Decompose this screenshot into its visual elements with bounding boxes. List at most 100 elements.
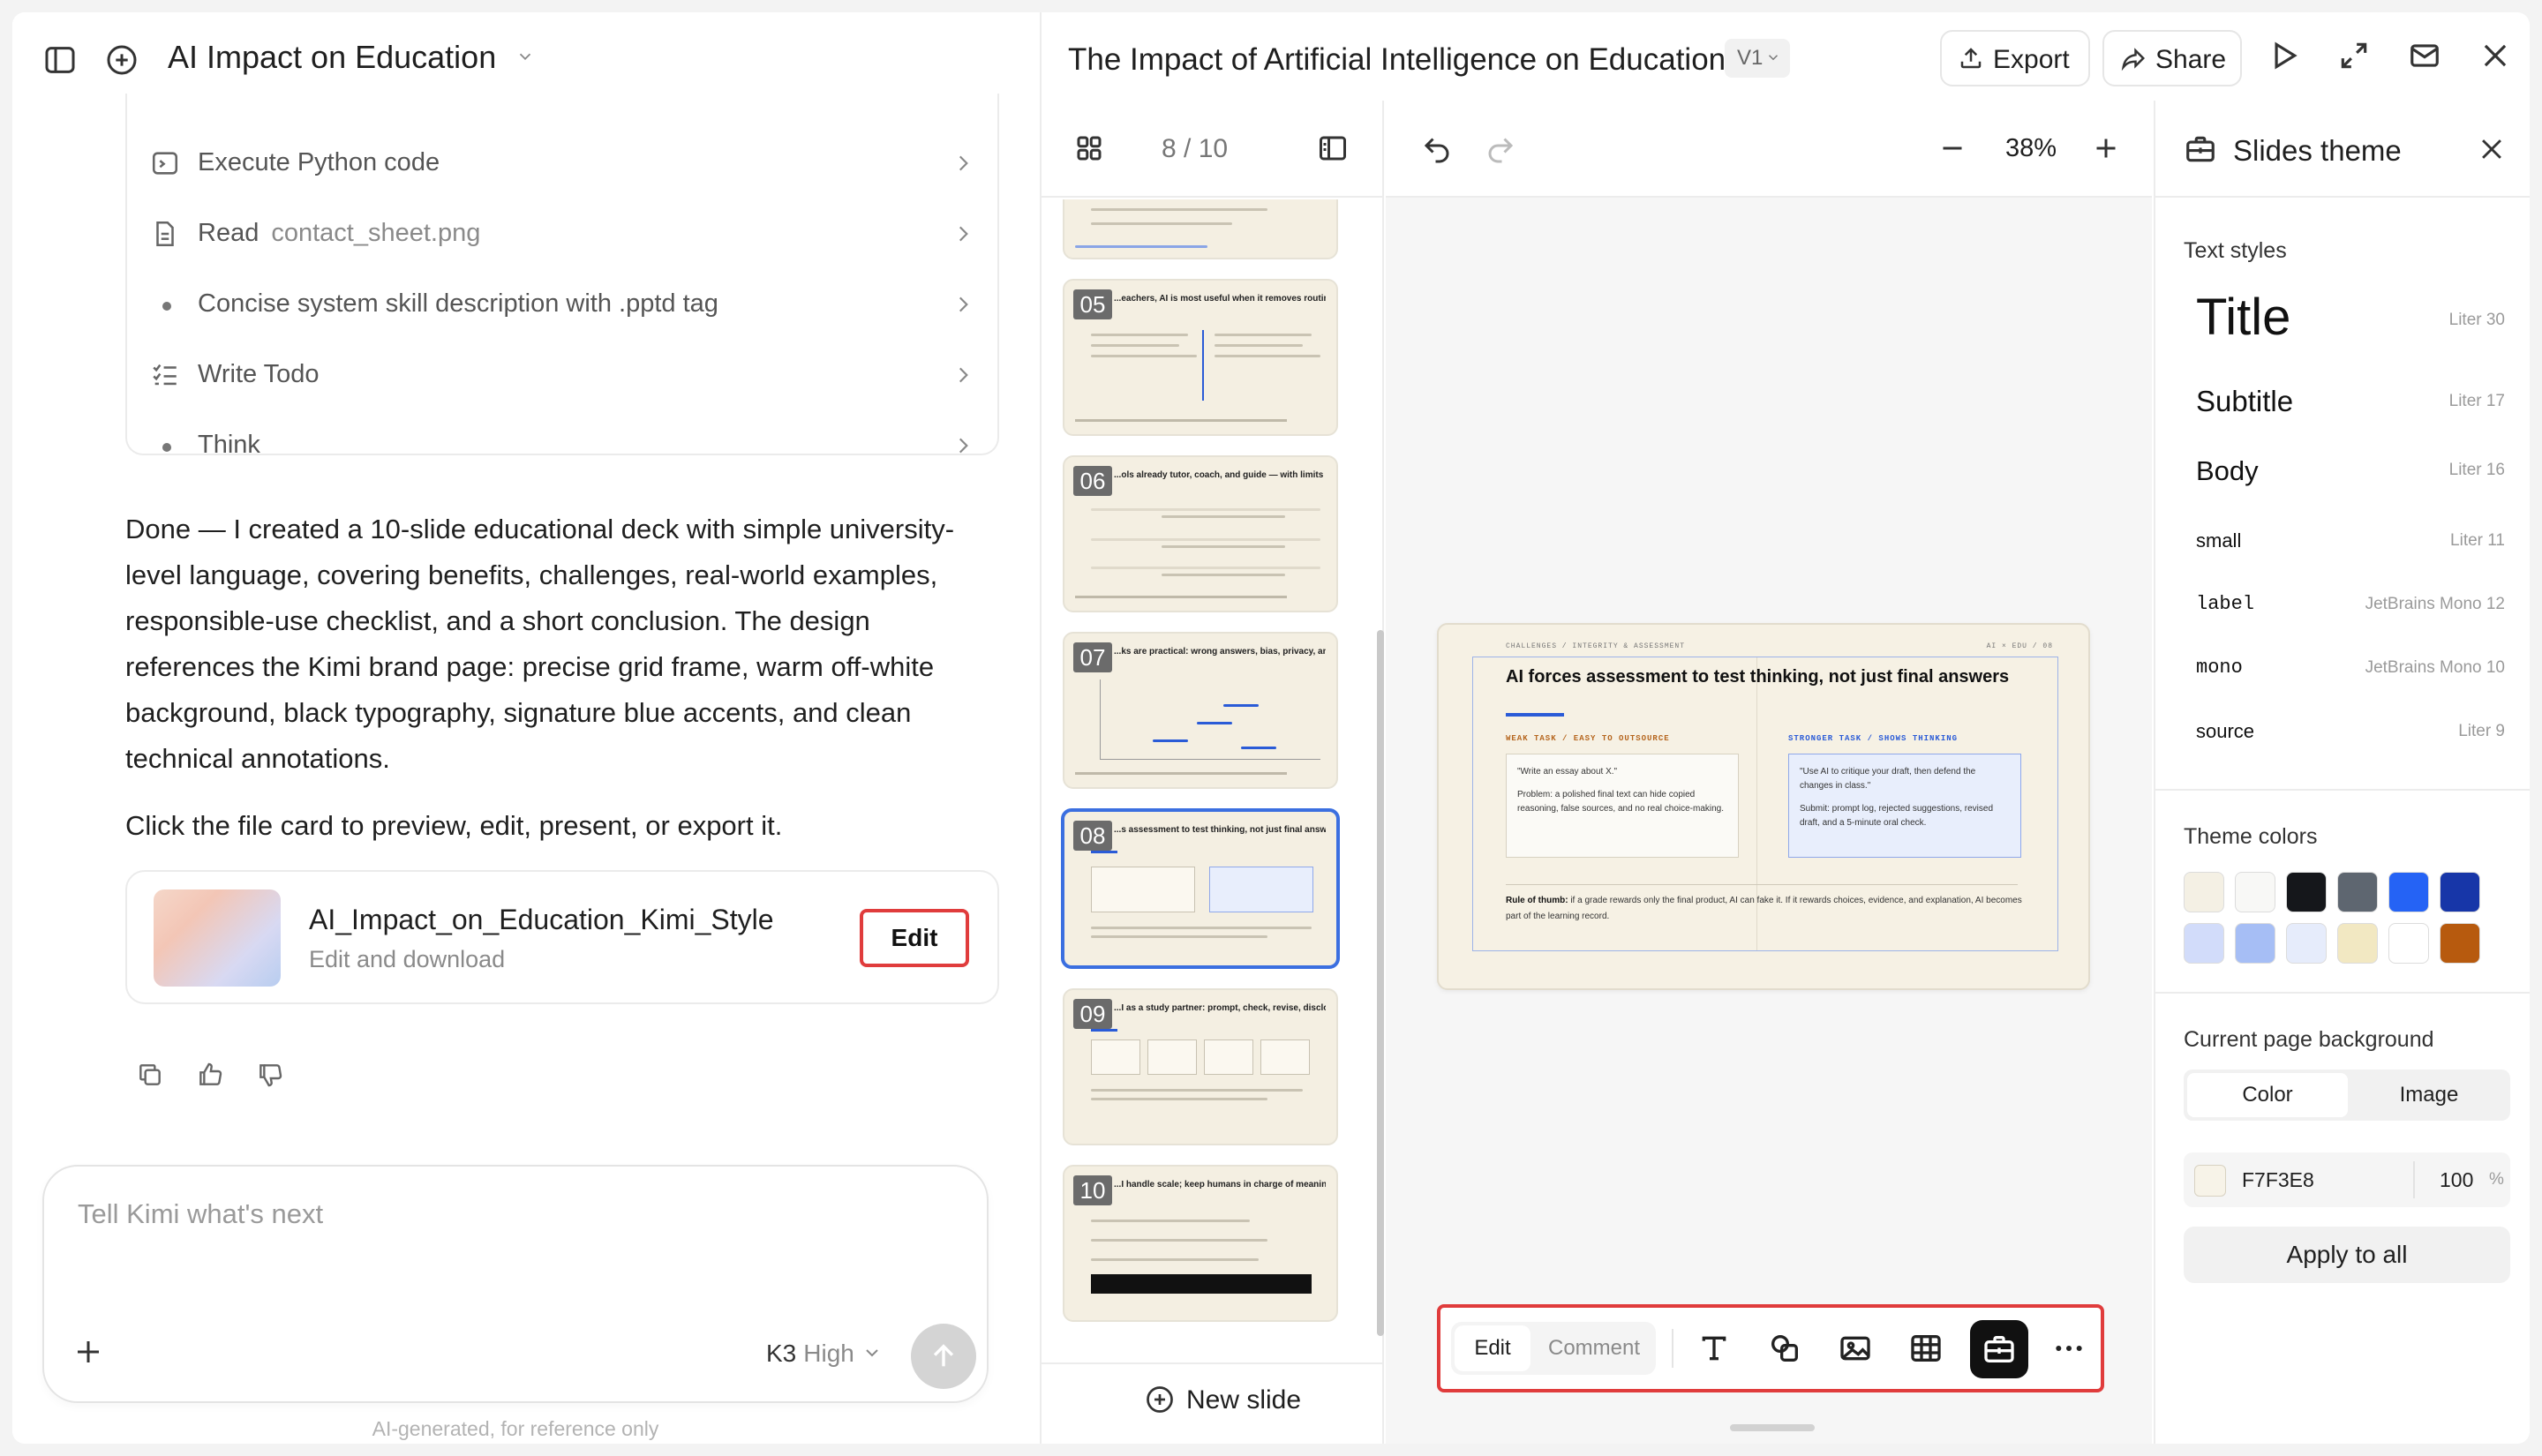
color-swatch[interactable] (2440, 923, 2480, 964)
step-skill-description[interactable]: Concise system skill description with .p… (127, 272, 1001, 342)
thumb-title: ...ks are practical: wrong answers, bias… (1114, 647, 1326, 657)
zoom-out-icon[interactable] (1937, 132, 1968, 164)
color-swatch[interactable] (2235, 872, 2275, 912)
color-swatch[interactable] (2235, 923, 2275, 964)
table-icon[interactable] (1908, 1331, 1944, 1366)
color-swatch[interactable] (2286, 872, 2327, 912)
strip-toolbar: 8 / 10 (1042, 101, 1384, 198)
thumb-title: ...I as a study partner: prompt, check, … (1114, 1003, 1326, 1013)
thumb-title: ...s assessment to test thinking, not ju… (1114, 825, 1326, 835)
thumb-title: ...eachers, AI is most useful when it re… (1114, 294, 1326, 304)
strip-scrollbar[interactable] (1377, 215, 1384, 1354)
image-icon[interactable] (1838, 1331, 1873, 1366)
color-swatch[interactable] (2337, 923, 2378, 964)
share-button[interactable]: Share (2102, 30, 2242, 86)
thumbs-down-icon[interactable] (256, 1061, 284, 1089)
text-style-title[interactable]: Title Liter 30 (2196, 289, 2505, 353)
color-swatch[interactable] (2388, 923, 2429, 964)
color-swatch[interactable] (2286, 923, 2327, 964)
chat-title-text: AI Impact on Education (168, 39, 497, 75)
bg-color-chip[interactable] (2194, 1165, 2226, 1197)
fullscreen-icon[interactable] (2337, 39, 2371, 72)
grid-view-icon[interactable] (1073, 132, 1105, 164)
slides-theme-panel: Slides theme Text styles Title Liter 30 … (2154, 101, 2530, 1444)
text-style-source[interactable]: source Liter 9 (2196, 718, 2505, 750)
bg-opacity-unit: % (2489, 1170, 2504, 1189)
redo-icon[interactable] (1485, 132, 1516, 164)
chat-title[interactable]: AI Impact on Education (168, 39, 535, 76)
style-meta: JetBrains Mono 12 (2365, 595, 2505, 613)
text-style-mono[interactable]: mono JetBrains Mono 10 (2196, 655, 2505, 687)
thumbs-up-icon[interactable] (196, 1061, 224, 1089)
close-icon[interactable] (2477, 134, 2507, 164)
step-write-todo[interactable]: Write Todo (127, 342, 1001, 413)
background-color-field[interactable]: F7F3E8 100 % (2184, 1152, 2510, 1207)
slide-weak-task-card[interactable]: "Write an essay about X." Problem: a pol… (1506, 754, 1739, 858)
scrollbar-thumb[interactable] (1377, 630, 1384, 1336)
attach-plus-icon[interactable] (72, 1336, 104, 1368)
color-swatch[interactable] (2388, 872, 2429, 912)
zoom-in-icon[interactable] (2090, 132, 2122, 164)
text-style-body[interactable]: Body Liter 16 (2196, 455, 2505, 492)
slide-thumb-08[interactable]: 08 ...s assessment to test thinking, not… (1061, 808, 1340, 969)
send-button[interactable] (911, 1324, 976, 1389)
version-selector[interactable]: V1 (1725, 39, 1790, 78)
text-style-subtitle[interactable]: Subtitle Liter 17 (2196, 385, 2505, 424)
play-icon[interactable] (2267, 39, 2300, 72)
panel-layout-icon[interactable] (1317, 132, 1349, 164)
more-options-icon[interactable] (2051, 1331, 2087, 1366)
bg-image-tab[interactable]: Image (2351, 1073, 2507, 1117)
step-read-file[interactable]: Read contact_sheet.png (127, 201, 1001, 272)
step-think[interactable]: Think (127, 413, 1001, 484)
text-style-small[interactable]: small Liter 11 (2196, 528, 2505, 559)
apply-to-all-button[interactable]: Apply to all (2184, 1227, 2510, 1283)
model-selector[interactable]: K3 High (766, 1340, 883, 1368)
slide-thumb-06[interactable]: 06 ...ols already tutor, coach, and guid… (1063, 455, 1338, 612)
slide-strong-task-card[interactable]: "Use AI to critique your draft, then def… (1788, 754, 2021, 858)
close-icon[interactable] (2478, 39, 2512, 72)
slide-rule-of-thumb[interactable]: Rule of thumb: if a grade rewards only t… (1506, 893, 2035, 925)
slide-thumb-07[interactable]: 07 ...ks are practical: wrong answers, b… (1063, 632, 1338, 789)
new-slide-button[interactable]: New slide (1042, 1362, 1384, 1433)
slide-eyebrow-right: AI × EDU / 08 (1986, 642, 2053, 650)
slide-thumb-04[interactable] (1063, 199, 1338, 259)
model-name: K3 (766, 1340, 797, 1367)
file-edit-button[interactable]: Edit (860, 909, 969, 967)
bg-color-tab[interactable]: Color (2187, 1073, 2348, 1117)
theme-header: Slides theme (2155, 101, 2530, 198)
chat-composer[interactable]: Tell Kimi what's next K3 High (42, 1165, 989, 1403)
slide-thumb-10[interactable]: 10 ...I handle scale; keep humans in cha… (1063, 1165, 1338, 1322)
sidebar-toggle-icon[interactable] (42, 42, 78, 78)
text-style-label[interactable]: label JetBrains Mono 12 (2196, 591, 2505, 623)
step-execute-python[interactable]: Execute Python code (127, 131, 1001, 201)
edit-mode-tab[interactable]: Edit (1455, 1325, 1530, 1371)
current-slide[interactable]: CHALLENGES / INTEGRITY & ASSESSMENT AI ×… (1437, 623, 2090, 990)
canvas-toolbar: 38% (1386, 101, 2152, 198)
copy-icon[interactable] (136, 1061, 164, 1089)
slide-thumb-09[interactable]: 09 ...I as a study partner: prompt, chec… (1063, 988, 1338, 1145)
mail-icon[interactable] (2408, 39, 2441, 72)
shapes-icon[interactable] (1767, 1331, 1802, 1366)
chat-pane: AI Impact on Education Execute Python co… (12, 12, 1042, 1444)
file-thumbnail (154, 889, 281, 987)
message-line: responsible-use checklist, and a short c… (125, 605, 870, 636)
slide-left-label: WEAK TASK / EASY TO OUTSOURCE (1506, 734, 1670, 743)
slide-thumb-05[interactable]: 05 ...eachers, AI is most useful when it… (1063, 279, 1338, 436)
color-swatch[interactable] (2184, 923, 2224, 964)
color-swatch[interactable] (2337, 872, 2378, 912)
bg-opacity-value[interactable]: 100 (2440, 1168, 2473, 1192)
color-swatch[interactable] (2440, 872, 2480, 912)
color-swatch[interactable] (2184, 872, 2224, 912)
theme-tool-button[interactable] (1970, 1320, 2028, 1378)
export-button[interactable]: Export (1940, 30, 2090, 86)
comment-mode-tab[interactable]: Comment (1536, 1325, 1652, 1371)
new-chat-icon[interactable] (104, 42, 139, 78)
text-tool-icon[interactable] (1696, 1331, 1732, 1366)
file-card[interactable]: AI_Impact_on_Education_Kimi_Style Edit a… (125, 870, 999, 1004)
undo-icon[interactable] (1421, 132, 1453, 164)
slide-title[interactable]: AI forces assessment to test thinking, n… (1506, 667, 2009, 687)
resize-handle[interactable] (1730, 1424, 1815, 1431)
thumb-number: 05 (1073, 289, 1112, 319)
slide-thumbnails: 05 ...eachers, AI is most useful when it… (1042, 199, 1384, 1354)
bg-hex-value[interactable]: F7F3E8 (2242, 1168, 2314, 1192)
